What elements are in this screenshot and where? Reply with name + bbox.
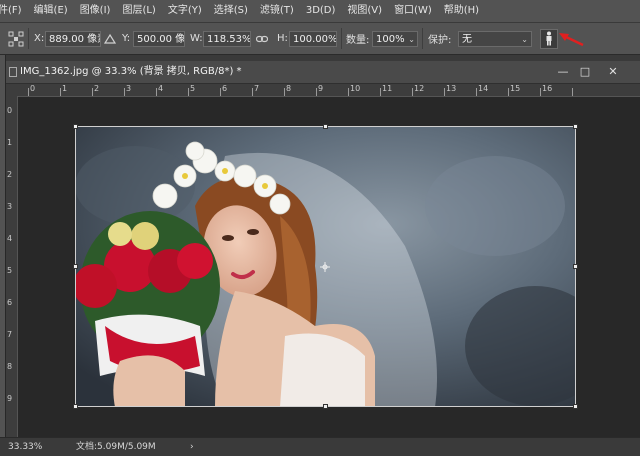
ruler-tick-label: 8 (7, 362, 13, 371)
transform-handle[interactable] (73, 264, 78, 269)
y-field[interactable]: 500.00 像素 (133, 30, 185, 47)
document-title: IMG_1362.jpg @ 33.3% (背景 拷贝, RGB/8*) * (20, 66, 242, 77)
chevron-right-icon[interactable]: › (190, 438, 194, 456)
person-icon (546, 31, 552, 46)
menu-bar: 件(F) 编辑(E) 图像(I) 图层(L) 文字(Y) 选择(S) 滤镜(T)… (0, 0, 640, 23)
protect-value: 无 (462, 33, 472, 45)
chevron-down-icon: ⌄ (521, 34, 528, 44)
menu-help[interactable]: 帮助(H) (438, 0, 485, 22)
transform-handle[interactable] (323, 404, 328, 409)
x-field[interactable]: 889.00 像素 (45, 30, 101, 47)
transform-handle[interactable] (323, 124, 328, 129)
amount-value: 100% (376, 33, 405, 45)
ruler-ticks (28, 88, 573, 96)
w-field[interactable]: 118.53% (203, 30, 251, 47)
ruler-vertical: 0 1 2 3 4 5 6 7 8 9 (6, 96, 18, 437)
ruler-tick-label: 6 (7, 298, 13, 307)
protect-label: 保护: (428, 35, 452, 46)
menu-file[interactable]: 件(F) (0, 0, 28, 22)
h-label: H: (277, 33, 288, 44)
menu-image[interactable]: 图像(I) (74, 0, 117, 22)
x-label: X: (34, 33, 45, 44)
ruler-tick-label: 5 (7, 266, 13, 275)
document-tab[interactable]: IMG_1362.jpg @ 33.3% (背景 拷贝, RGB/8*) * —… (6, 61, 640, 84)
menu-type[interactable]: 文字(Y) (162, 0, 208, 22)
ruler-horizontal: 0 1 2 3 4 5 6 7 8 9 10 11 12 13 14 15 16 (17, 84, 640, 97)
transform-handle[interactable] (573, 264, 578, 269)
menu-layer[interactable]: 图层(L) (116, 0, 161, 22)
amount-dropdown[interactable]: 100% ⌄ (372, 30, 418, 47)
options-bar: X: 889.00 像素 Y: 500.00 像素 W: 118.53% H: … (0, 23, 640, 55)
menu-window[interactable]: 窗口(W) (388, 0, 438, 22)
transform-handle[interactable] (73, 124, 78, 129)
ruler-tick-label: 3 (7, 202, 13, 211)
h-field[interactable]: 100.00% (289, 30, 337, 47)
ruler-tick-label: 2 (7, 170, 13, 179)
canvas-area[interactable] (18, 97, 640, 437)
transform-handle[interactable] (573, 124, 578, 129)
relative-position-icon[interactable] (104, 23, 116, 54)
close-icon[interactable]: ✕ (604, 65, 622, 79)
maximize-icon[interactable]: □ (576, 65, 594, 79)
chevron-down-icon: ⌄ (408, 34, 415, 44)
minimize-icon[interactable]: — (554, 65, 572, 79)
amount-label: 数量: (346, 35, 370, 46)
ruler-tick-label: 4 (7, 234, 13, 243)
zoom-level[interactable]: 33.33% (8, 438, 42, 456)
red-arrow-annotation (556, 23, 586, 54)
transform-handle[interactable] (73, 404, 78, 409)
y-label: Y: (122, 33, 131, 44)
w-label: W: (190, 33, 203, 44)
document-icon (9, 67, 17, 77)
document-info: 文档:5.09M/5.09M (76, 442, 156, 452)
reference-point-icon[interactable] (8, 23, 24, 54)
transform-handle[interactable] (573, 404, 578, 409)
ruler-tick-label: 7 (7, 330, 13, 339)
toolbox-strip (0, 55, 5, 455)
ruler-tick-label: 0 (7, 106, 13, 115)
link-icon[interactable] (256, 23, 268, 54)
ruler-tick-label: 9 (7, 394, 13, 403)
menu-view[interactable]: 视图(V) (341, 0, 388, 22)
status-bar: 33.33% 文档:5.09M/5.09M › (0, 437, 640, 456)
ruler-tick-label: 1 (7, 138, 13, 147)
menu-3d[interactable]: 3D(D) (300, 0, 342, 22)
protect-dropdown[interactable]: 无 ⌄ (458, 30, 532, 47)
menu-filter[interactable]: 滤镜(T) (254, 0, 300, 22)
document-window: IMG_1362.jpg @ 33.3% (背景 拷贝, RGB/8*) * —… (6, 55, 640, 437)
menu-select[interactable]: 选择(S) (208, 0, 254, 22)
crosshair-icon[interactable] (320, 262, 330, 272)
menu-edit[interactable]: 编辑(E) (28, 0, 74, 22)
